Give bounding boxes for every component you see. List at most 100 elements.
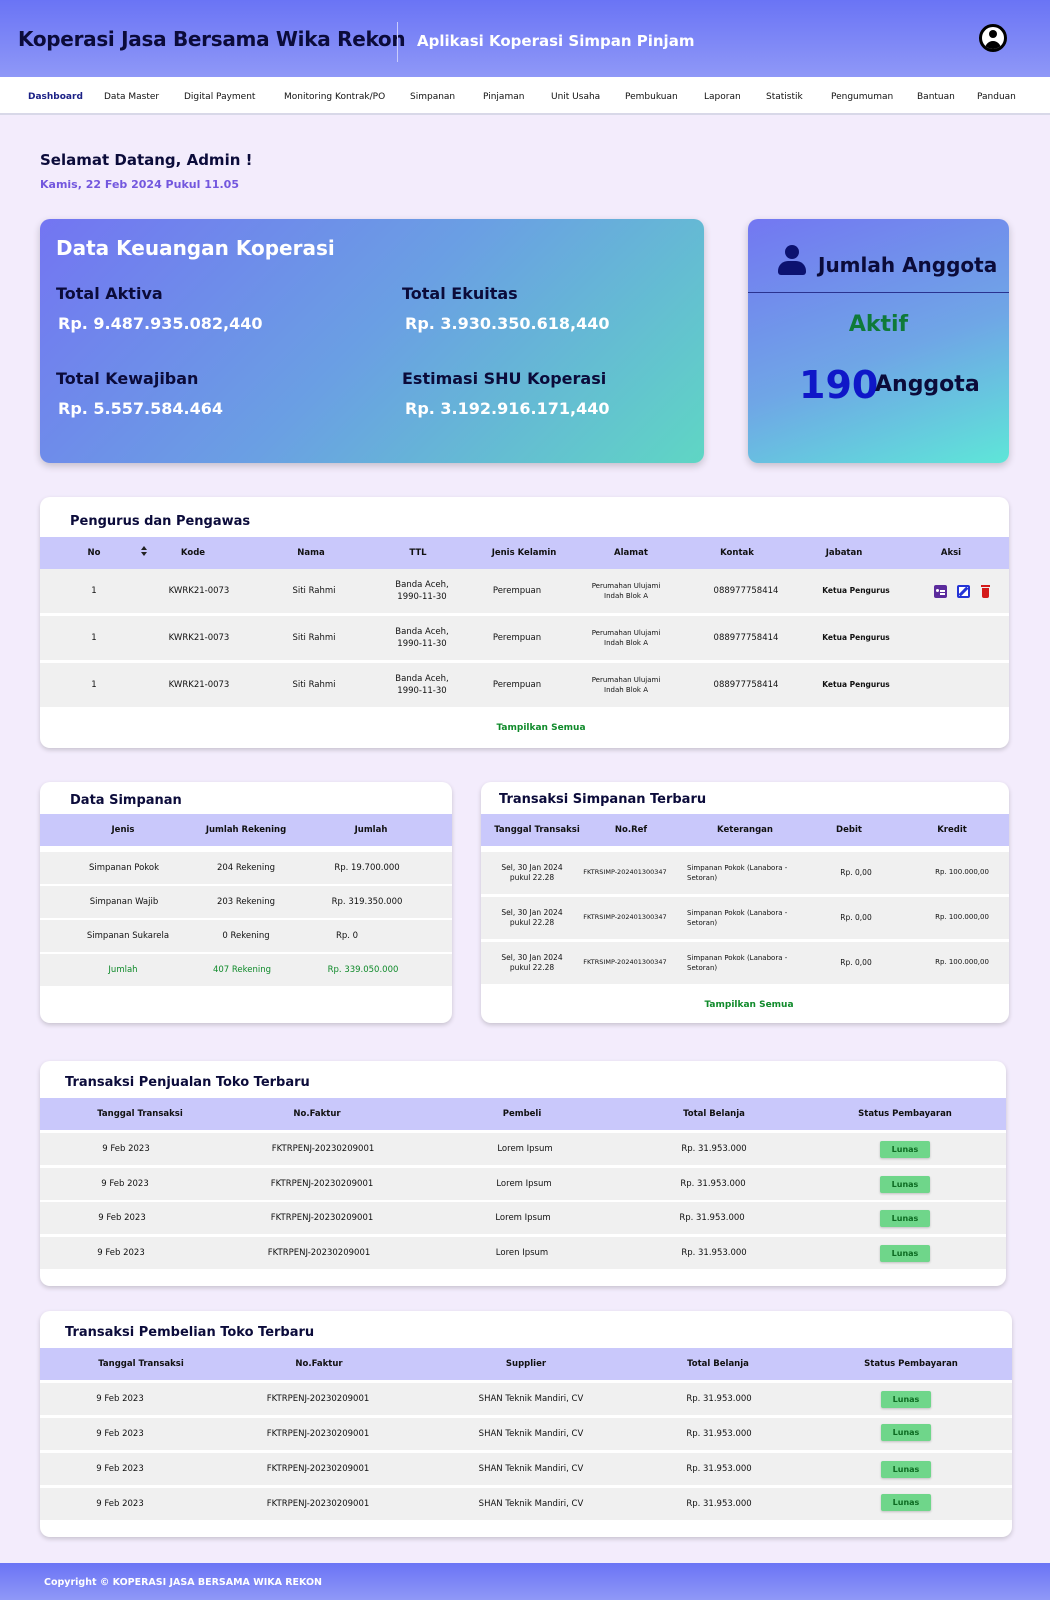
col-alamat: Alamat xyxy=(614,548,648,558)
total-ekuitas-value: Rp. 3.930.350.618,440 xyxy=(405,314,610,333)
cell-nama: Siti Rahmi xyxy=(292,586,336,596)
nav-simpanan[interactable]: Simpanan xyxy=(410,92,455,102)
cell-kontak: 088977758414 xyxy=(713,680,779,690)
status-badge: Lunas xyxy=(881,1391,931,1408)
nav-laporan[interactable]: Laporan xyxy=(704,92,741,102)
nav-pembukuan[interactable]: Pembukuan xyxy=(625,92,678,102)
cell-tanggal: 9 Feb 2023 xyxy=(96,1464,144,1474)
current-datetime: Kamis, 22 Feb 2024 Pukul 11.05 xyxy=(40,178,239,191)
cell-jumlah: Rp. 19.700.000 xyxy=(334,863,400,873)
pembelian-panel: Transaksi Pembelian Toko Terbaru Tanggal… xyxy=(40,1311,1012,1537)
col-tanggal: Tanggal Transaksi xyxy=(98,1359,184,1369)
cell-total: Rp. 31.953.000 xyxy=(686,1394,752,1404)
cell-debit: Rp. 0,00 xyxy=(840,868,872,877)
user-circle-icon[interactable] xyxy=(979,24,1007,52)
main-nav: Dashboard Data Master Digital Payment Mo… xyxy=(0,77,1050,115)
table-row: Simpanan Pokok 204 Rekening Rp. 19.700.0… xyxy=(40,852,452,884)
table-row: Simpanan Wajib 203 Rekening Rp. 319.350.… xyxy=(40,886,452,918)
table-row: Sel, 30 Jan 2024 pukul 22.28 FKTRSIMP-20… xyxy=(481,852,1009,894)
cell-pembeli: Lorem Ipsum xyxy=(496,1179,552,1189)
cell-total: Rp. 31.953.000 xyxy=(679,1213,745,1223)
cell-jabatan: Ketua Pengurus xyxy=(822,633,890,642)
table-row: 9 Feb 2023 FKTRPENJ-20230209001 Loren Ip… xyxy=(40,1237,1006,1269)
cell-ttl: Banda Aceh, 1990-11-30 xyxy=(395,674,449,696)
table-row: 9 Feb 2023 FKTRPENJ-20230209001 SHAN Tek… xyxy=(40,1383,1012,1415)
total-aktiva-label: Total Aktiva xyxy=(56,284,163,303)
nav-monitoring-kontrak[interactable]: Monitoring Kontrak/PO xyxy=(284,92,385,102)
table-row: 9 Feb 2023 FKTRPENJ-20230209001 SHAN Tek… xyxy=(40,1418,1012,1450)
total-jenis: Jumlah xyxy=(108,965,138,975)
cell-supplier: SHAN Teknik Mandiri, CV xyxy=(478,1499,584,1509)
cell-faktur: FKTRPENJ-20230209001 xyxy=(266,1464,370,1474)
nav-dashboard[interactable]: Dashboard xyxy=(28,92,83,102)
cell-tanggal: 9 Feb 2023 xyxy=(98,1213,146,1223)
cell-jabatan: Ketua Pengurus xyxy=(822,586,890,595)
cell-jumlah: Rp. 0 xyxy=(335,931,359,941)
table-row: 1 KWRK21-0073 Siti Rahmi Banda Aceh, 199… xyxy=(40,663,1009,707)
table-row: 9 Feb 2023 FKTRPENJ-20230209001 Lorem Ip… xyxy=(40,1202,1006,1234)
cell-kode: KWRK21-0073 xyxy=(168,680,230,690)
status-badge: Lunas xyxy=(881,1461,931,1478)
col-no: No xyxy=(87,548,101,558)
cell-faktur: FKTRPENJ-20230209001 xyxy=(267,1248,371,1258)
cell-keterangan: Simpanan Pokok (Lanabora - Setoran) xyxy=(687,954,788,972)
cell-supplier: SHAN Teknik Mandiri, CV xyxy=(478,1429,584,1439)
col-jabatan: Jabatan xyxy=(825,548,863,558)
sort-icon[interactable] xyxy=(140,546,148,558)
status-badge: Lunas xyxy=(881,1424,931,1441)
trash-icon[interactable] xyxy=(979,585,992,598)
col-supplier: Supplier xyxy=(505,1359,547,1369)
nav-unit-usaha[interactable]: Unit Usaha xyxy=(551,92,600,102)
pengurus-show-all-link[interactable]: Tampilkan Semua xyxy=(496,723,585,733)
cell-noref: FKTRSIMP-202401300347 xyxy=(583,868,667,876)
cell-keterangan: Simpanan Pokok (Lanabora - Setoran) xyxy=(687,909,788,927)
table-row: 9 Feb 2023 FKTRPENJ-20230209001 SHAN Tek… xyxy=(40,1453,1012,1485)
nav-statistik[interactable]: Statistik xyxy=(766,92,803,102)
transaksi-simpanan-show-all-link[interactable]: Tampilkan Semua xyxy=(704,1000,793,1010)
table-row: 1 KWRK21-0073 Siti Rahmi Banda Aceh, 199… xyxy=(40,616,1009,660)
cell-faktur: FKTRPENJ-20230209001 xyxy=(270,1213,374,1223)
cell-alamat: Perumahan Ulujami Indah Blok A xyxy=(591,629,661,647)
col-noref: No.Ref xyxy=(614,825,648,835)
finance-title: Data Keuangan Koperasi xyxy=(56,236,335,260)
cell-supplier: SHAN Teknik Mandiri, CV xyxy=(478,1464,584,1474)
copyright-text: Copyright © KOPERASI JASA BERSAMA WIKA R… xyxy=(44,1577,323,1588)
cell-kode: KWRK21-0073 xyxy=(168,633,230,643)
nav-bantuan[interactable]: Bantuan xyxy=(917,92,955,102)
cell-ttl: Banda Aceh, 1990-11-30 xyxy=(395,627,449,649)
nav-pinjaman[interactable]: Pinjaman xyxy=(483,92,524,102)
nav-data-master[interactable]: Data Master xyxy=(104,92,159,102)
nav-panduan[interactable]: Panduan xyxy=(977,92,1016,102)
finance-summary-card: Data Keuangan Koperasi Total Aktiva Rp. … xyxy=(40,219,704,463)
table-row: 9 Feb 2023 FKTRPENJ-20230209001 SHAN Tek… xyxy=(40,1488,1012,1520)
col-aksi: Aksi xyxy=(940,548,962,558)
cell-kredit: Rp. 100.000,00 xyxy=(935,913,989,921)
cell-rekening: 0 Rekening xyxy=(222,931,270,941)
id-card-icon[interactable] xyxy=(934,585,947,598)
status-badge: Lunas xyxy=(881,1494,931,1511)
cell-tanggal: 9 Feb 2023 xyxy=(96,1499,144,1509)
simpanan-table-header: Jenis Jumlah Rekening Jumlah xyxy=(40,814,452,846)
cell-total: Rp. 31.953.000 xyxy=(681,1248,747,1258)
cell-debit: Rp. 0,00 xyxy=(840,958,872,967)
col-tanggal: Tanggal Transaksi xyxy=(97,1109,183,1119)
cell-ttl: Banda Aceh, 1990-11-30 xyxy=(395,580,449,602)
cell-alamat: Perumahan Ulujami Indah Blok A xyxy=(591,676,661,694)
cell-faktur: FKTRPENJ-20230209001 xyxy=(266,1394,370,1404)
transaksi-simpanan-panel: Transaksi Simpanan Terbaru Tanggal Trans… xyxy=(481,782,1009,1023)
status-badge: Lunas xyxy=(880,1245,930,1262)
header-divider xyxy=(397,22,398,62)
member-card-divider xyxy=(748,292,1009,293)
cell-rekening: 204 Rekening xyxy=(216,863,276,873)
penjualan-table-header: Tanggal Transaksi No.Faktur Pembeli Tota… xyxy=(40,1098,1006,1130)
edit-icon[interactable] xyxy=(957,585,970,598)
col-no-faktur: No.Faktur xyxy=(295,1359,343,1369)
cell-jenis-kelamin: Perempuan xyxy=(492,680,542,690)
nav-pengumuman[interactable]: Pengumuman xyxy=(831,92,893,102)
col-kontak: Kontak xyxy=(720,548,754,558)
member-unit: Anggota xyxy=(875,372,980,397)
col-jenis-kelamin: Jenis Kelamin xyxy=(491,548,557,558)
total-kewajiban-value: Rp. 5.557.584.464 xyxy=(58,399,223,418)
cell-no: 1 xyxy=(91,586,97,596)
nav-digital-payment[interactable]: Digital Payment xyxy=(184,92,255,102)
